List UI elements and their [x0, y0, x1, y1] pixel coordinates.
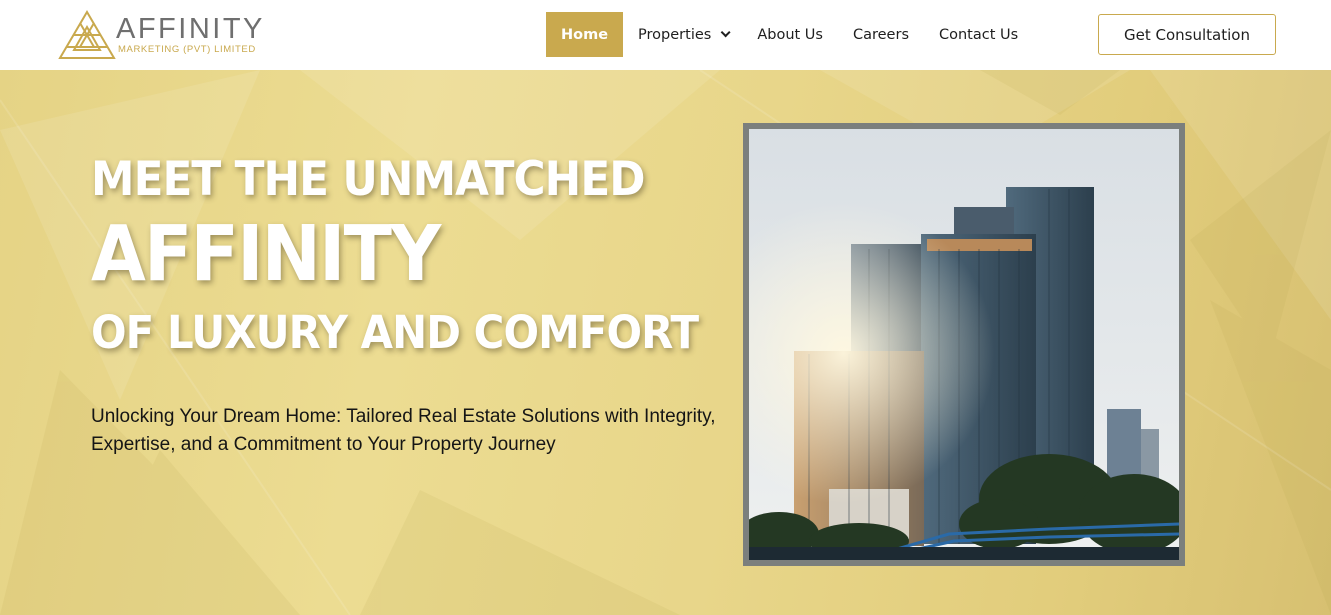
get-consultation-button[interactable]: Get Consultation [1098, 14, 1276, 55]
nav-about-us[interactable]: About Us [742, 12, 838, 57]
hero-section: MEET THE UNMATCHED AFFINITY OF LUXURY AN… [0, 70, 1331, 615]
nav-contact-us[interactable]: Contact Us [924, 12, 1033, 57]
city-skyscrapers-photo [749, 129, 1179, 560]
site-header: AFFINITY MARKETING (PVT) LIMITED Home Pr… [0, 0, 1331, 70]
hero-heading-line-2: AFFINITY [91, 210, 441, 299]
brand-logo[interactable]: AFFINITY MARKETING (PVT) LIMITED [58, 10, 268, 62]
hero-heading-line-1: MEET THE UNMATCHED [91, 152, 646, 207]
brand-tagline: MARKETING (PVT) LIMITED [118, 44, 256, 55]
nav-careers[interactable]: Careers [838, 12, 924, 57]
nav-properties-label: Properties [638, 26, 712, 43]
brand-name: AFFINITY [116, 13, 265, 45]
triangle-lattice-logo-icon [58, 10, 116, 59]
hero-heading-line-3: OF LUXURY AND COMFORT [91, 306, 699, 359]
hero-image-frame [743, 123, 1185, 566]
chevron-down-icon [720, 27, 731, 38]
nav-home[interactable]: Home [546, 12, 624, 57]
nav-properties[interactable]: Properties [623, 12, 742, 57]
hero-subtitle: Unlocking Your Dream Home: Tailored Real… [91, 406, 716, 455]
main-nav: Home Properties About Us Careers Contact… [546, 12, 1033, 57]
